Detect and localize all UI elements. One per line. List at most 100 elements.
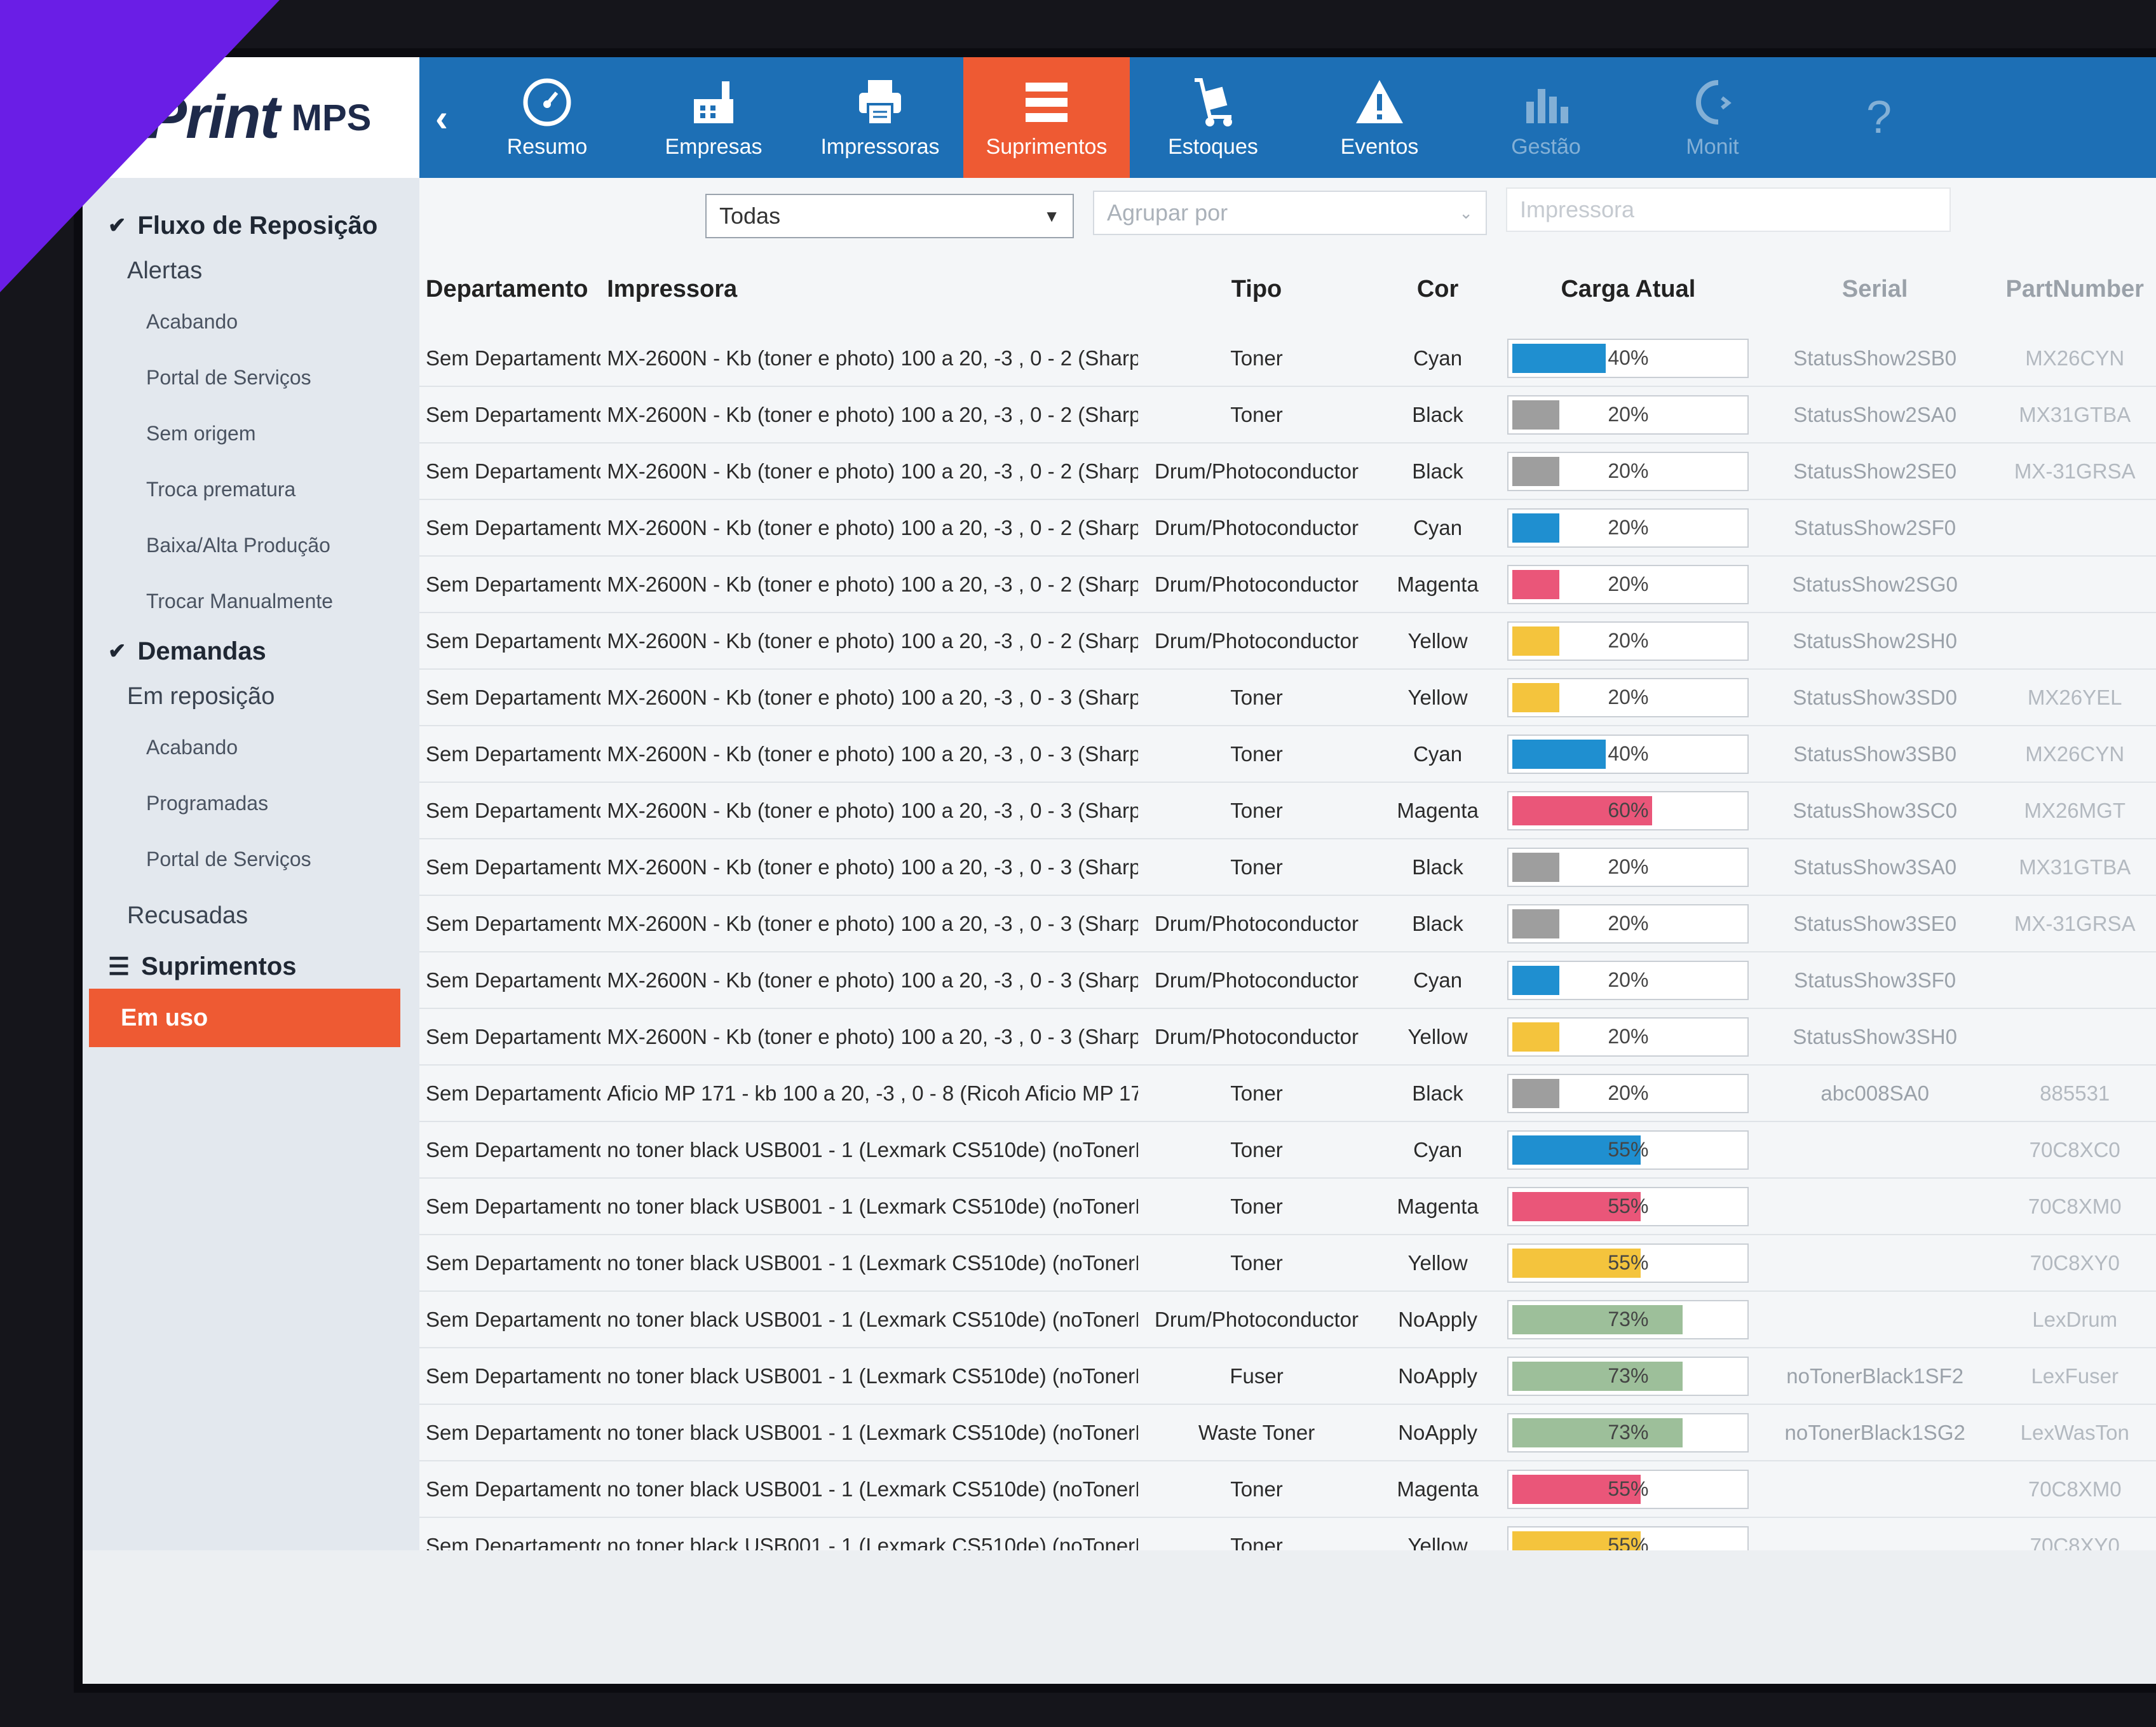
charge-progress-bar: 20% — [1507, 395, 1749, 435]
charge-percent: 20% — [1608, 686, 1649, 708]
cell-serial: StatusShow2SA0 — [1793, 402, 1957, 426]
table-row[interactable]: Sem Departamento MX-2600N - Kb (toner e p… — [419, 783, 2156, 839]
nav-gestao[interactable]: Gestão — [1463, 57, 1629, 178]
cell-carga: 55% — [1500, 1186, 1756, 1226]
table-row[interactable]: Sem Departamento MX-2600N - Kb (toner e p… — [419, 613, 2156, 670]
sidebar-section-demandas[interactable]: ✔ Demandas — [83, 629, 419, 674]
table-row[interactable]: Sem Departamentono toner black USB001 - … — [419, 1292, 2156, 1348]
table-row[interactable]: Sem Departamento MX-2600N - Kb (toner e p… — [419, 330, 2156, 387]
collapse-sidebar-button[interactable]: ‹ — [419, 57, 464, 178]
sidebar-item-troca-prematura[interactable]: Troca prematura — [83, 461, 419, 517]
cell-cor: Black — [1412, 402, 1463, 426]
sidebar-item-em-reposicao[interactable]: Em reposição — [83, 674, 419, 719]
cell-partnumber: 885531 — [2040, 1081, 2110, 1105]
cell-partnumber: MX-31GRSA — [2014, 459, 2136, 483]
table-row[interactable]: Sem Departamentono toner black USB001 - … — [419, 1348, 2156, 1405]
sidebar-item-trocar-manualmente[interactable]: Trocar Manualmente — [83, 573, 419, 629]
sidebar-section-demandas-label: Demandas — [137, 637, 266, 665]
nav-eventos-label: Eventos — [1340, 134, 1419, 159]
printer-filter[interactable]: Impressora — [1506, 187, 1951, 232]
sidebar-item-programadas[interactable]: Programadas — [83, 775, 419, 831]
table-row[interactable]: Sem Departamentono toner black USB001 - … — [419, 1235, 2156, 1292]
charge-percent: 20% — [1608, 403, 1649, 426]
sidebar-item-sem-origem[interactable]: Sem origem — [83, 405, 419, 461]
table-row[interactable]: Sem Departamentono toner black USB001 - … — [419, 1122, 2156, 1179]
charge-progress-bar: 20% — [1507, 1073, 1749, 1113]
group-by-placeholder: Agrupar por — [1107, 200, 1228, 226]
cell-partnumber: 70C8XY0 — [2030, 1250, 2120, 1275]
nav-empresas[interactable]: Empresas — [630, 57, 797, 178]
charge-percent: 20% — [1608, 855, 1649, 878]
charge-progress-bar: 20% — [1507, 847, 1749, 887]
table-row[interactable]: Sem Departamento MX-2600N - Kb (toner e p… — [419, 1009, 2156, 1066]
table-row[interactable]: Sem Departamento MX-2600N - Kb (toner e p… — [419, 726, 2156, 783]
cell-cor: NoApply — [1398, 1307, 1477, 1331]
nav-eventos[interactable]: Eventos — [1296, 57, 1463, 178]
sidebar-item-reposicao-portal[interactable]: Portal de Serviços — [83, 831, 419, 887]
cell-partnumber: MX26CYN — [2025, 742, 2125, 766]
cell-carga: 20% — [1500, 904, 1756, 944]
charge-percent: 40% — [1608, 742, 1649, 765]
cell-tipo: Drum/Photoconductor — [1155, 968, 1359, 992]
cell-departamento: Sem Departamento — [426, 402, 601, 426]
table-row[interactable]: Sem Departamentono toner black USB001 - … — [419, 1461, 2156, 1518]
header-cor[interactable]: Cor — [1375, 276, 1500, 303]
table-row[interactable]: Sem Departamento Aficio MP 171 - kb 100 a… — [419, 1066, 2156, 1122]
table-row[interactable]: Sem Departamentono toner black USB001 - … — [419, 1405, 2156, 1461]
sidebar-item-alertas-portal[interactable]: Portal de Serviços — [83, 349, 419, 405]
footer-band — [83, 1550, 2156, 1684]
header-tipo[interactable]: Tipo — [1138, 276, 1376, 303]
sidebar-item-alertas-acabando[interactable]: Acabando — [83, 294, 419, 349]
sidebar-item-baixa-alta[interactable]: Baixa/Alta Produção — [83, 517, 419, 573]
nav-resumo[interactable]: Resumo — [464, 57, 630, 178]
cell-tipo: Drum/Photoconductor — [1155, 1307, 1359, 1331]
nav-help[interactable]: ? — [1796, 57, 1962, 178]
header-impressora[interactable]: Impressora — [600, 276, 1138, 303]
cell-departamento: Sem Departamento — [426, 1194, 601, 1218]
cell-tipo: Toner — [1230, 1137, 1283, 1161]
cell-departamento: Sem Departamento — [426, 628, 601, 653]
header-carga[interactable]: Carga Atual — [1500, 276, 1756, 303]
sidebar-item-reposicao-acabando[interactable]: Acabando — [83, 719, 419, 775]
nav-suprimentos[interactable]: Suprimentos — [963, 57, 1130, 178]
cell-partnumber: LexDrum — [2032, 1307, 2118, 1331]
cell-partnumber: 70C8XM0 — [2028, 1477, 2122, 1501]
cell-partnumber: MX26YEL — [2027, 685, 2122, 709]
table-row[interactable]: Sem Departamentono toner black USB001 - … — [419, 1179, 2156, 1235]
cell-departamento: Sem Departamento — [426, 1477, 601, 1501]
table-row[interactable]: Sem Departamento MX-2600N - Kb (toner e p… — [419, 839, 2156, 896]
cell-serial: StatusShow3SF0 — [1794, 968, 1956, 992]
top-nav: ‹ Resumo Empresas Impressoras Suprimento… — [419, 57, 2156, 178]
sidebar-item-recusadas[interactable]: Recusadas — [83, 887, 419, 944]
header-partnumber[interactable]: PartNumber — [1993, 276, 2156, 303]
nav-estoques[interactable]: Estoques — [1130, 57, 1296, 178]
header-serial[interactable]: Serial — [1756, 276, 1994, 303]
cell-serial: StatusShow3SC0 — [1793, 798, 1957, 822]
group-by-select[interactable]: Agrupar por ⌄ — [1093, 191, 1487, 235]
cell-partnumber: MX26CYN — [2025, 346, 2125, 370]
cell-tipo: Toner — [1230, 1194, 1283, 1218]
sidebar-item-em-uso[interactable]: Em uso — [89, 989, 400, 1047]
nav-monit[interactable]: Monit — [1629, 57, 1796, 178]
header-departamento[interactable]: Departamento — [419, 276, 600, 303]
nav-impressoras[interactable]: Impressoras — [797, 57, 963, 178]
gauge-icon — [521, 76, 573, 128]
charge-progress-bar: 20% — [1507, 451, 1749, 491]
status-select[interactable]: Todas ▼ — [705, 194, 1074, 238]
table-row[interactable]: Sem Departamento MX-2600N - Kb (toner e p… — [419, 444, 2156, 500]
sidebar-section-suprimentos[interactable]: ☰ Suprimentos — [83, 944, 419, 989]
table-row[interactable]: Sem Departamento MX-2600N - Kb (toner e p… — [419, 387, 2156, 444]
table-row[interactable]: Sem Departamento MX-2600N - Kb (toner e p… — [419, 952, 2156, 1009]
cell-impressora: no toner black USB001 - 1 (Lexmark CS510… — [607, 1420, 1138, 1444]
cell-partnumber: MX31GTBA — [2019, 855, 2131, 879]
table-row[interactable]: Sem Departamento MX-2600N - Kb (toner e p… — [419, 896, 2156, 952]
table-row[interactable]: Sem Departamento MX-2600N - Kb (toner e p… — [419, 500, 2156, 557]
cell-impressora: MX-2600N - Kb (toner e photo) 100 a 20, … — [607, 346, 1138, 370]
cell-cor: Cyan — [1413, 515, 1463, 539]
table-row[interactable]: Sem Departamento MX-2600N - Kb (toner e p… — [419, 557, 2156, 613]
table-row[interactable]: Sem Departamento MX-2600N - Kb (toner e p… — [419, 670, 2156, 726]
charge-progress-bar: 40% — [1507, 734, 1749, 774]
cell-serial: StatusShow2SG0 — [1792, 572, 1958, 596]
cell-carga: 20% — [1500, 1017, 1756, 1057]
cell-tipo: Toner — [1230, 346, 1283, 370]
